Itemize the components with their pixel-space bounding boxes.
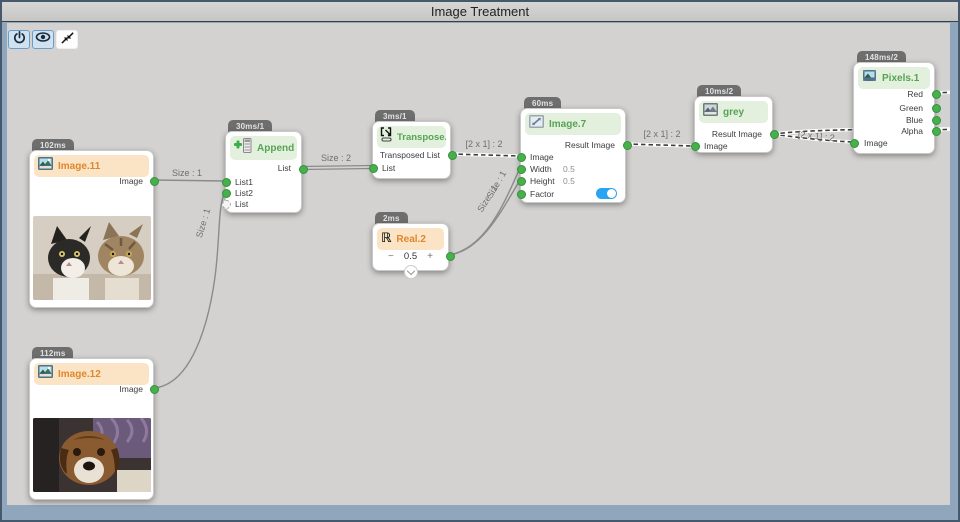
port-out-transposed-list[interactable] <box>447 150 457 160</box>
port-label-image: Image <box>704 140 728 151</box>
node-image11[interactable]: Image.11 Image <box>29 150 159 308</box>
wire-label: [2 x 1] : 2 <box>643 129 680 139</box>
factor-toggle[interactable] <box>596 188 617 199</box>
port-label-list3: List <box>235 198 249 209</box>
port-label-result-image: Result Image <box>711 128 762 139</box>
node-header[interactable]: Image.11 <box>34 155 149 177</box>
wire-label: Size : 1 <box>194 207 212 239</box>
node-real[interactable]: ℝ Real.2 − 0.5 + <box>372 223 455 279</box>
port-in-list[interactable] <box>368 163 378 173</box>
node-header[interactable]: Transpose.1 <box>377 126 446 148</box>
title-bar: Image Treatment <box>2 2 958 23</box>
node-title: Pixels.1 <box>882 72 920 84</box>
port-out-green[interactable] <box>931 103 941 113</box>
port-label-transposed-list: Transposed List <box>379 149 440 160</box>
node-header[interactable]: Image.7 <box>525 113 621 135</box>
node-title: Transpose.1 <box>397 131 446 143</box>
port-in-list-open[interactable] <box>221 199 231 209</box>
node-title: Image.7 <box>549 118 587 130</box>
chevron-down-icon <box>406 266 416 275</box>
image-pixels-icon <box>861 68 878 87</box>
wire-image12-to-list2[interactable] <box>153 191 226 389</box>
port-label-list-in: List <box>382 162 396 173</box>
node-title: Image.12 <box>58 368 101 380</box>
cats-photo <box>33 216 151 300</box>
real-value[interactable]: 0.5 <box>373 251 448 262</box>
port-in-image[interactable] <box>516 152 526 162</box>
page-title: Image Treatment <box>430 4 530 19</box>
wire-label: [2 x 1] : 2 <box>465 139 502 149</box>
toggle-knob <box>607 189 616 198</box>
port-in-width[interactable] <box>516 164 526 174</box>
port-label-width: Width <box>530 163 552 174</box>
node-title: Image.11 <box>58 160 101 172</box>
increment-button[interactable]: + <box>427 251 433 262</box>
port-label-image: Image <box>864 137 888 148</box>
port-out-real[interactable] <box>445 251 455 261</box>
port-out-result-image[interactable] <box>622 140 632 150</box>
port-in-list2[interactable] <box>221 188 231 198</box>
wire-image11-to-list1[interactable] <box>153 179 226 182</box>
port-label-list1: List1 <box>235 176 253 187</box>
node-image7[interactable]: Image.7 Result Image Image Width 0.5 Hei… <box>516 108 632 203</box>
port-label-blue: Blue <box>905 114 923 125</box>
node-header[interactable]: grey <box>699 101 768 123</box>
port-label-result-image: Result Image <box>564 139 615 150</box>
app-window: Image Treatment Size: 1 Size: 1 Size:… <box>0 0 960 522</box>
port-label-list-out: List <box>277 163 291 173</box>
image-grey-icon <box>703 103 718 121</box>
port-in-height[interactable] <box>516 176 526 186</box>
width-value[interactable]: 0.5 <box>563 164 575 175</box>
wire-label: Size : 1 <box>475 183 499 214</box>
node-header[interactable]: Pixels.1 <box>858 67 930 89</box>
port-in-image[interactable] <box>849 138 859 148</box>
port-label-factor: Factor <box>530 188 555 199</box>
height-value[interactable]: 0.5 <box>563 176 575 187</box>
port-label-image: Image <box>119 176 143 186</box>
node-grey[interactable]: grey Result Image Image <box>690 96 779 153</box>
port-out-blue[interactable] <box>931 115 941 125</box>
port-label-alpha: Alpha <box>901 125 923 136</box>
port-in-list1[interactable] <box>221 177 231 187</box>
wire-label: Size : 1 <box>172 168 202 178</box>
port-label-green: Green <box>899 102 923 113</box>
node-append-lists[interactable]: Append Lsts List List1 List2 List <box>221 131 308 213</box>
port-out-list[interactable] <box>298 164 308 174</box>
image-icon <box>38 365 53 383</box>
port-in-image[interactable] <box>690 141 700 151</box>
port-out-red[interactable] <box>931 89 941 99</box>
image-icon <box>38 157 53 175</box>
append-list-icon <box>234 138 252 158</box>
node-transpose[interactable]: Transpose.1 Transposed List List <box>368 121 457 179</box>
image-scale-icon <box>529 115 544 133</box>
wire-label: Size : 2 <box>321 153 351 163</box>
port-out-image[interactable] <box>149 384 159 394</box>
port-label-height: Height <box>530 175 555 186</box>
port-label-list2: List2 <box>235 187 253 198</box>
node-title: grey <box>723 106 745 118</box>
node-header[interactable]: Append Lsts <box>230 136 297 160</box>
value-stepper: − 0.5 + <box>373 251 448 263</box>
node-title: Real.2 <box>396 233 426 245</box>
port-out-alpha[interactable] <box>931 126 941 136</box>
port-label-image: Image <box>119 384 143 394</box>
expand-handle[interactable] <box>404 265 418 279</box>
transpose-icon <box>380 127 394 147</box>
port-label-image: Image <box>530 151 554 162</box>
port-out-image[interactable] <box>149 176 159 186</box>
node-header[interactable]: ℝ Real.2 <box>377 228 444 250</box>
real-number-icon: ℝ <box>381 231 392 246</box>
wire-append-to-transpose[interactable] <box>300 164 373 168</box>
node-image12[interactable]: Image.12 Image <box>29 358 159 500</box>
port-label-red: Red <box>907 88 923 99</box>
port-out-result-image[interactable] <box>769 129 779 139</box>
node-pixels[interactable]: Pixels.1 Red Green Blue Alpha Image <box>849 62 941 154</box>
node-title: Append Lsts <box>257 142 297 154</box>
node-header[interactable]: Image.12 <box>34 363 149 385</box>
dog-photo <box>33 418 151 492</box>
wire-append-to-transpose[interactable] <box>300 167 373 171</box>
port-in-factor[interactable] <box>516 189 526 199</box>
